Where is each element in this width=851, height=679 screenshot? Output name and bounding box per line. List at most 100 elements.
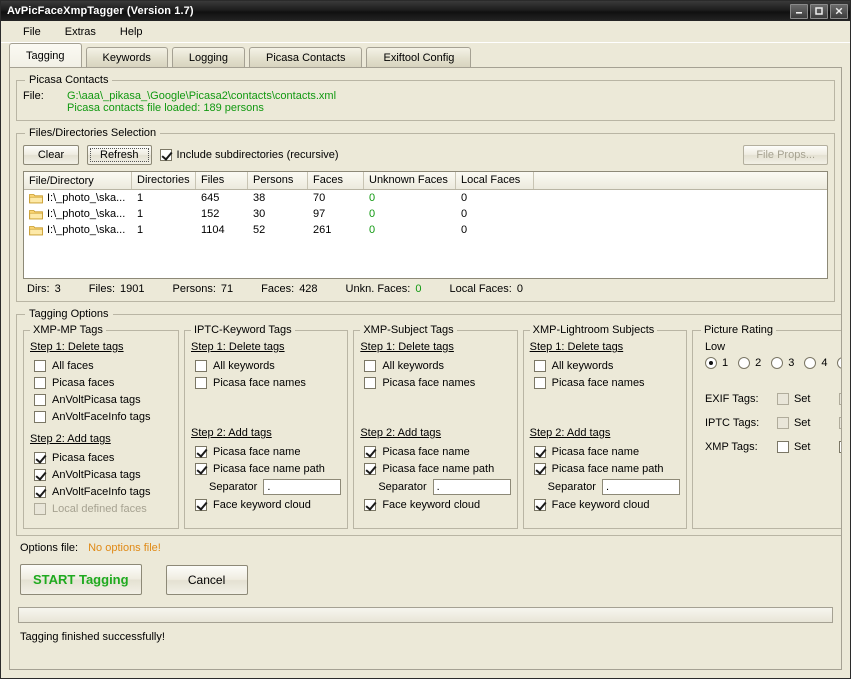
option-xmpmp-delete-picasa-faces[interactable]: Picasa faces (30, 374, 172, 391)
option-xmpmp-add-picasa-faces[interactable]: Picasa faces (30, 449, 172, 466)
tab-picasa-contacts[interactable]: Picasa Contacts (249, 47, 363, 67)
step2-label: Step 2: Add tags (360, 427, 442, 439)
option-xmpsubject-face-keyword-cloud[interactable]: Face keyword cloud (360, 496, 510, 513)
menu-bar: File Extras Help (1, 21, 850, 43)
option-iptc-add-picasa-face-name-path[interactable]: Picasa face name path (191, 460, 341, 477)
exif-tags-row: EXIF Tags: Set Unset (701, 387, 841, 411)
close-button[interactable] (830, 3, 848, 19)
option-xmpsubject-delete-all-keywords[interactable]: All keywords (360, 357, 510, 374)
checkbox-box (838, 393, 841, 405)
checkbox-box (776, 441, 789, 453)
status-message: Tagging finished successfully! (20, 631, 165, 643)
tab-label: Keywords (102, 51, 151, 64)
tab-exiftool-config[interactable]: Exiftool Config (366, 47, 472, 67)
cell-local-faces: 0 (461, 224, 468, 236)
option-lightroom-add-picasa-face-name-path[interactable]: Picasa face name path (530, 460, 680, 477)
radio-dot (837, 357, 841, 369)
maximize-button[interactable] (810, 3, 828, 19)
tab-logging[interactable]: Logging (171, 47, 245, 67)
option-lightroom-face-keyword-cloud[interactable]: Face keyword cloud (530, 496, 680, 513)
option-iptc-face-keyword-cloud[interactable]: Face keyword cloud (191, 496, 341, 513)
column-header-unknown-faces[interactable]: Unknown Faces (364, 172, 456, 189)
option-xmpmp-add-anvoltpicasa-tags[interactable]: AnVoltPicasa tags (30, 466, 172, 483)
tab-label: Tagging (26, 49, 65, 62)
separator-label: Separator (547, 480, 596, 493)
iptc-tags-label: IPTC Tags: (704, 417, 760, 429)
action-buttons: START Tagging Cancel (20, 564, 835, 595)
clear-button[interactable]: Clear (23, 145, 79, 165)
rating-radio-1[interactable]: 1 (704, 357, 728, 369)
checkbox-box (776, 417, 789, 429)
option-lightroom-delete-picasa-face-names[interactable]: Picasa face names (530, 374, 680, 391)
option-xmpmp-delete-all-faces[interactable]: All faces (30, 357, 172, 374)
exif-tags-label: EXIF Tags: (704, 393, 759, 405)
checkbox-box (195, 462, 207, 475)
rating-label: 3 (788, 357, 795, 369)
include-subdirectories-checkbox[interactable]: Include subdirectories (recursive) (159, 149, 339, 161)
tab-keywords[interactable]: Keywords (85, 47, 168, 67)
xmp-set-checkbox[interactable]: Set (776, 441, 839, 453)
rating-radio-4[interactable]: 4 (804, 357, 827, 369)
file-props-button[interactable]: File Props... (743, 145, 828, 165)
tab-tagging[interactable]: Tagging (9, 43, 82, 67)
xmp-mp-tags-legend: XMP-MP Tags (33, 324, 103, 336)
option-xmpsubject-add-picasa-face-name[interactable]: Picasa face name (360, 443, 510, 460)
option-iptc-delete-all-keywords[interactable]: All keywords (191, 357, 341, 374)
cell-directories: 1 (137, 224, 144, 236)
xmp-unset-checkbox[interactable]: Unset (838, 441, 841, 453)
iptc-set-checkbox[interactable]: Set (776, 417, 839, 429)
option-label: AnVoltFaceInfo tags (52, 485, 151, 498)
folder-icon (29, 193, 43, 203)
option-xmpmp-add-anvoltfaceinfo-tags[interactable]: AnVoltFaceInfo tags (30, 483, 172, 500)
files-list-view[interactable]: File/Directory Directories Files Persons… (23, 171, 828, 279)
iptc-keyword-tags-legend: IPTC-Keyword Tags (194, 324, 292, 336)
option-lightroom-add-picasa-face-name[interactable]: Picasa face name (530, 443, 680, 460)
column-header-file-directory[interactable]: File/Directory (24, 172, 132, 189)
contacts-load-status: Picasa contacts file loaded: 189 persons (67, 102, 264, 114)
options-file-row: Options file: No options file! (20, 542, 835, 554)
contacts-file-path: G:\aaa\_pikasa_\Google\Picasa2\contacts\… (67, 90, 337, 102)
exif-set-checkbox[interactable]: Set (776, 393, 839, 405)
rating-radio-5[interactable]: 5 (837, 357, 841, 369)
rating-radio-3[interactable]: 3 (771, 357, 794, 369)
refresh-button[interactable]: Refresh (87, 145, 152, 165)
option-label: Picasa face name (551, 445, 640, 458)
option-iptc-add-picasa-face-name[interactable]: Picasa face name (191, 443, 341, 460)
option-label: Picasa face name (213, 445, 301, 458)
lightroom-separator-input[interactable] (601, 478, 680, 495)
option-xmpsubject-delete-picasa-face-names[interactable]: Picasa face names (360, 374, 510, 391)
table-row[interactable]: I:\_photo_\ska... 1 645 38 70 0 0 (24, 190, 827, 206)
minimize-button[interactable] (790, 3, 808, 19)
option-lightroom-delete-all-keywords[interactable]: All keywords (530, 357, 680, 374)
menu-item-help[interactable]: Help (110, 24, 153, 40)
iptc-tags-row: IPTC Tags: Set Unset (701, 411, 841, 435)
column-header-persons[interactable]: Persons (248, 172, 308, 189)
column-header-local-faces[interactable]: Local Faces (456, 172, 534, 189)
cell-files: 1104 (201, 224, 225, 236)
rating-radio-group: 1 2 3 4 (701, 355, 841, 369)
table-row[interactable]: I:\_photo_\ska... 1 1104 52 261 0 0 (24, 222, 827, 238)
cancel-button[interactable]: Cancel (165, 564, 248, 595)
start-tagging-button[interactable]: START Tagging (20, 564, 142, 595)
menu-item-extras[interactable]: Extras (55, 24, 106, 40)
column-header-directories[interactable]: Directories (132, 172, 196, 189)
rating-radio-2[interactable]: 2 (738, 357, 761, 369)
xmpsubject-separator-input[interactable] (432, 478, 511, 495)
step2-label: Step 2: Add tags (191, 427, 272, 439)
option-label: Picasa face name (382, 445, 470, 458)
option-xmpmp-delete-anvoltpicasa-tags[interactable]: AnVoltPicasa tags (30, 391, 172, 408)
option-xmpsubject-add-picasa-face-name-path[interactable]: Picasa face name path (360, 460, 510, 477)
iptc-unset-checkbox[interactable]: Unset (838, 417, 841, 429)
picasa-contacts-legend: Picasa Contacts (29, 74, 109, 86)
column-header-faces[interactable]: Faces (308, 172, 364, 189)
table-row[interactable]: I:\_photo_\ska... 1 152 30 97 0 0 (24, 206, 827, 222)
menu-item-file[interactable]: File (13, 24, 51, 40)
option-xmpmp-delete-anvoltfaceinfo-tags[interactable]: AnVoltFaceInfo tags (30, 408, 172, 425)
cell-persons: 30 (253, 208, 266, 220)
rating-low-label: Low (704, 341, 726, 353)
column-header-files[interactable]: Files (196, 172, 248, 189)
iptc-separator-input[interactable] (263, 478, 342, 495)
checkbox-box (34, 451, 46, 464)
exif-unset-checkbox[interactable]: Unset (838, 393, 841, 405)
option-iptc-delete-picasa-face-names[interactable]: Picasa face names (191, 374, 341, 391)
